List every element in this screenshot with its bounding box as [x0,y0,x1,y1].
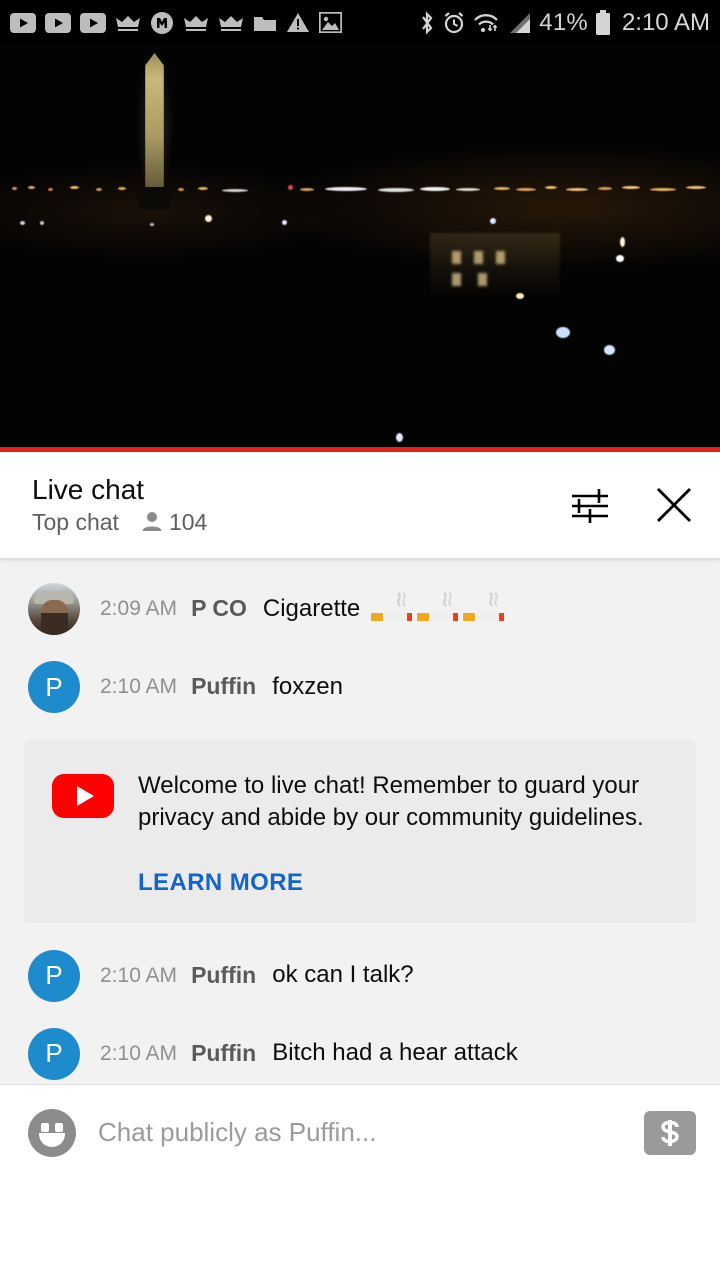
close-chat-button[interactable] [652,483,696,527]
chat-message-row[interactable]: P 2:10 AM Puffin foxzen [0,648,720,726]
close-x-icon [657,488,691,522]
video-player[interactable] [0,45,720,452]
message-text: foxzen [272,672,343,700]
avatar[interactable] [28,583,80,635]
emoji-eye-left [41,1122,49,1132]
wifi-icon [474,13,499,32]
dollar-sign-icon [661,1119,679,1146]
warning-triangle-icon [287,13,309,32]
tune-sliders-icon [572,489,608,523]
message-author[interactable]: P CO [191,595,247,623]
live-chat-header: Live chat Top chat 104 [0,452,720,558]
avatar[interactable]: P [28,661,80,713]
chat-header-titles: Live chat Top chat 104 [32,474,207,535]
chat-message-row[interactable]: P 2:10 AM Puffin ok can I talk? [0,937,720,1015]
status-bar-right-icons: 41% 2:10 AM [419,9,710,37]
cigarette-emoji-icon-2 [417,592,459,621]
avatar[interactable]: P [28,949,80,1002]
status-bar-left-icons [10,11,342,35]
chat-message-input[interactable] [98,1117,622,1148]
message-timestamp: 2:10 AM [100,675,178,699]
chat-settings-button[interactable] [568,483,612,527]
youtube-logo-icon [52,774,114,818]
cigarette-emoji-icon-3 [463,592,505,621]
live-chat-notice-card: Welcome to live chat! Remember to guard … [24,740,696,923]
learn-more-link[interactable]: LEARN MORE [138,869,658,897]
cigarette-emoji-group [370,591,506,627]
page-title: Live chat [32,474,145,506]
emoji-smiley-icon[interactable] [28,1108,76,1157]
emoji-mouth [39,1132,65,1147]
alarm-clock-icon [445,11,464,33]
youtube-notification-icon [10,12,36,33]
youtube-play-triangle [76,786,94,806]
crown-notification-icon-2 [184,15,208,31]
message-timestamp: 2:09 AM [100,597,178,621]
youtube-notification-icon-2 [45,12,71,33]
message-text: Bitch had a hear attack [272,1039,518,1067]
city-skyline-lights [0,183,720,197]
chat-message-body: 2:10 AM Puffin foxzen [100,673,343,702]
chat-message-row[interactable]: P 2:10 AM Puffin Bitch had a hear attack [0,1015,720,1084]
clock-label: 2:10 AM [621,8,710,36]
night-sky-background [0,45,720,452]
message-author[interactable]: Puffin [191,673,256,701]
chat-mode-label[interactable]: Top chat [32,509,119,536]
notice-content: Welcome to live chat! Remember to guard … [138,770,658,897]
monument-app-icon [151,11,173,34]
message-author[interactable]: Puffin [191,1040,256,1068]
superchat-button[interactable] [644,1110,696,1155]
notice-text: Welcome to live chat! Remember to guard … [138,772,644,832]
viewer-count-label: 104 [168,508,208,535]
live-chat-message-list[interactable]: 2:09 AM P CO Cigarette P 2:10 AM Puffin … [0,558,720,1084]
chat-message-body: 2:10 AM Puffin ok can I talk? [100,961,414,990]
message-text: ok can I talk? [272,961,414,989]
battery-icon [595,9,610,35]
person-icon [142,512,162,532]
crown-notification-icon-3 [219,15,243,31]
battery-percent-label: 41% [539,8,588,36]
chat-message-row[interactable]: 2:09 AM P CO Cigarette [0,570,720,648]
avatar-beard [41,613,68,635]
avatar[interactable]: P [28,1027,80,1080]
chat-header-actions [568,483,696,527]
avatar-initial: P [45,671,63,702]
message-timestamp: 2:10 AM [100,1042,178,1066]
chat-header-subtitle: Top chat 104 [32,509,207,536]
youtube-notification-icon-3 [80,12,106,33]
white-house-building [430,233,560,295]
message-timestamp: 2:10 AM [100,964,178,988]
status-bar: 41% 2:10 AM [0,0,720,45]
crown-notification-icon [116,15,140,31]
chat-input-bar [0,1084,720,1180]
chat-message-body: 2:10 AM Puffin Bitch had a hear attack [100,1039,518,1068]
message-text: Cigarette [262,594,361,622]
washington-monument [145,53,164,193]
cigarette-emoji-icon [371,592,413,621]
cellular-signal-icon [510,12,531,33]
image-icon [319,12,342,33]
message-author[interactable]: Puffin [191,962,256,990]
emoji-eye-right [55,1122,63,1132]
bluetooth-icon [422,10,433,35]
avatar-initial: P [45,960,63,991]
folder-icon [254,16,276,31]
avatar-initial: P [45,1038,63,1069]
chat-message-body: 2:09 AM P CO Cigarette [100,591,506,627]
